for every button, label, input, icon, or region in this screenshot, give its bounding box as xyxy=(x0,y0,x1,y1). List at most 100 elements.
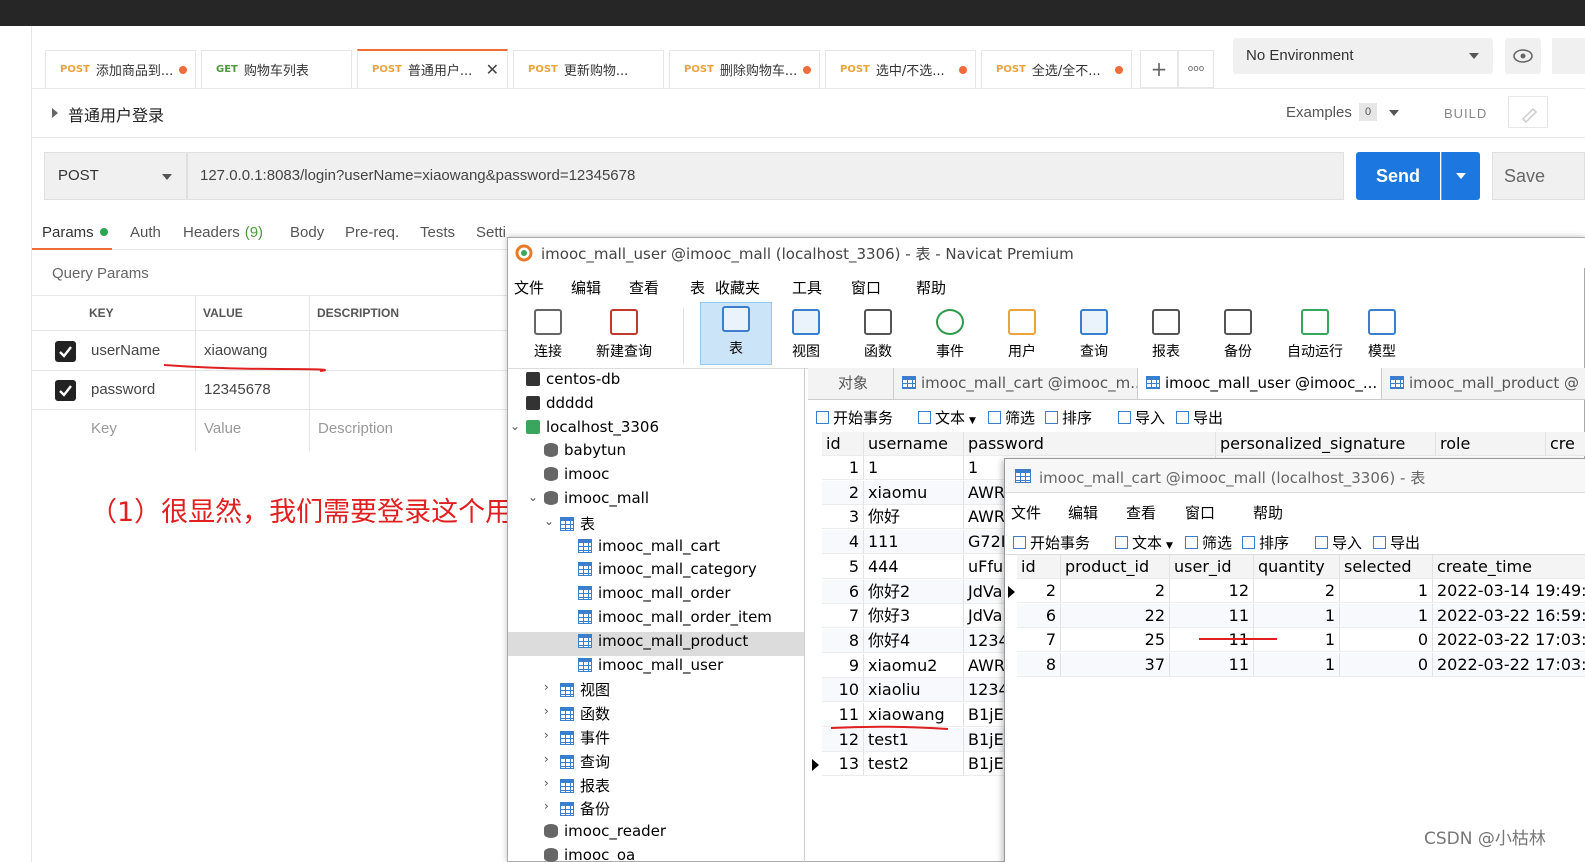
tree-item[interactable]: imooc xyxy=(508,465,804,489)
grid-cell[interactable]: 你好3 xyxy=(864,604,964,629)
tree-expander-icon[interactable]: › xyxy=(544,799,549,813)
grid-cell[interactable]: 25 xyxy=(1061,628,1170,653)
settings-button[interactable] xyxy=(1552,38,1585,74)
grid-cell[interactable]: 8 xyxy=(1017,653,1061,678)
grid-cell[interactable]: 1 xyxy=(822,456,864,480)
tree-expander-icon[interactable]: › xyxy=(544,728,549,742)
toolbar-button-3[interactable]: 表 xyxy=(700,302,772,365)
grid-cell[interactable]: 5 xyxy=(822,554,864,579)
tree-item[interactable]: imooc_mall_product xyxy=(508,631,804,656)
grid-cell[interactable]: 你好4 xyxy=(864,628,964,653)
req-tab[interactable]: Body xyxy=(290,224,324,241)
send-options-button[interactable] xyxy=(1441,152,1480,200)
tree-expander-icon[interactable]: ⌄ xyxy=(528,490,538,504)
tree-item[interactable]: imooc_mall_order_item xyxy=(508,608,804,632)
grid-toolbar-button[interactable]: 导入 xyxy=(1315,532,1362,553)
object-tab[interactable]: imooc_mall_product @ xyxy=(1382,368,1585,399)
grid-toolbar-button[interactable]: 筛选 xyxy=(1185,532,1232,553)
menu-item[interactable]: 窗口 xyxy=(1185,502,1215,523)
close-icon[interactable]: ✕ xyxy=(486,60,499,79)
grid-column-header[interactable]: quantity xyxy=(1254,555,1340,579)
grid-column-header[interactable]: password xyxy=(964,432,1216,456)
grid-cell[interactable]: 8 xyxy=(822,628,864,653)
param-description-placeholder[interactable]: Description xyxy=(318,420,393,437)
tree-item[interactable]: imooc_mall_user xyxy=(508,656,804,680)
param-value[interactable]: xiaowang xyxy=(204,342,267,359)
grid-cell[interactable]: 444 xyxy=(864,554,964,579)
menu-item[interactable]: 文件 xyxy=(1011,502,1041,523)
request-tab[interactable]: POST 删除购物车... xyxy=(669,50,820,88)
req-tab[interactable]: Params xyxy=(42,224,108,241)
grid-column-header[interactable]: selected xyxy=(1340,555,1433,579)
tree-expander-icon[interactable]: ⌄ xyxy=(544,514,554,528)
toolbar-button-1[interactable]: 连接 xyxy=(514,306,582,368)
req-tab[interactable]: Pre-req. xyxy=(345,224,399,241)
grid-toolbar-button[interactable]: 开始事务 xyxy=(1013,532,1090,553)
param-value[interactable]: 12345678 xyxy=(204,381,271,398)
toolbar-button-5[interactable]: 函数 xyxy=(844,306,912,368)
tree-expander-icon[interactable]: › xyxy=(544,680,549,694)
tree-item[interactable]: imooc_mall_order xyxy=(508,584,804,608)
grid-column-header[interactable]: cre xyxy=(1546,432,1585,456)
toolbar-button-10[interactable]: 备份 xyxy=(1204,306,1272,368)
examples-dropdown-icon[interactable] xyxy=(1389,110,1399,116)
grid-cell[interactable]: 7 xyxy=(822,604,864,629)
grid-cell[interactable]: 11 xyxy=(1170,653,1254,678)
request-tab[interactable]: POST 更新购物... xyxy=(513,50,664,88)
grid-toolbar-button[interactable]: 文本 ▼ xyxy=(1115,532,1173,553)
grid-toolbar-button[interactable]: 筛选 xyxy=(988,407,1035,428)
toolbar-button-6[interactable]: 事件 xyxy=(916,306,984,368)
grid-cell[interactable]: 9 xyxy=(822,653,864,678)
grid-cell[interactable]: xiaomu xyxy=(864,480,964,505)
grid-column-header[interactable]: username xyxy=(864,432,964,456)
grid-toolbar-button[interactable]: 排序 xyxy=(1242,532,1289,553)
tree-item[interactable]: ⌄ imooc_mall xyxy=(508,489,804,513)
grid-cell[interactable]: 1 xyxy=(1340,579,1433,603)
toolbar-button-9[interactable]: 报表 xyxy=(1132,306,1200,368)
request-tab[interactable]: POST 添加商品到... xyxy=(45,50,196,88)
url-input[interactable]: 127.0.0.1:8083/login?userName=xiaowang&p… xyxy=(187,152,1344,200)
tree-expander-icon[interactable]: › xyxy=(544,752,549,766)
tree-expander-icon[interactable]: ⌄ xyxy=(510,419,520,433)
grid-cell[interactable]: 2022-03-14 19:49: xyxy=(1433,579,1585,603)
grid-cell[interactable]: 你好 xyxy=(864,505,964,530)
tab-options-button[interactable]: ooo xyxy=(1178,50,1214,88)
grid-cell[interactable]: xiaoliu xyxy=(864,678,964,703)
menu-item[interactable]: 帮助 xyxy=(1253,502,1283,523)
grid-cell[interactable]: xiaomu2 xyxy=(864,653,964,678)
request-tab[interactable]: POST 普通用户... ✕ xyxy=(357,49,508,88)
grid-cell[interactable]: 1 xyxy=(1340,603,1433,628)
toolbar-button-7[interactable]: 用户 xyxy=(988,306,1056,368)
toolbar-button-8[interactable]: 查询 xyxy=(1060,306,1128,368)
grid-cell[interactable]: 你好2 xyxy=(864,579,964,604)
param-enabled-checkbox[interactable] xyxy=(55,341,76,362)
grid-cell[interactable]: 2022-03-22 16:59: xyxy=(1433,603,1585,628)
tree-item[interactable]: › 备份 xyxy=(508,798,804,822)
req-tab[interactable]: Headers (9) xyxy=(183,224,263,241)
param-key[interactable]: userName xyxy=(91,342,160,359)
tree-item[interactable]: ⌄ localhost_3306 xyxy=(508,418,804,442)
grid-cell[interactable]: 1 xyxy=(1254,653,1340,678)
grid-cell[interactable]: 7 xyxy=(1017,628,1061,653)
tree-item[interactable]: imooc_mall_cart xyxy=(508,537,804,561)
param-enabled-checkbox[interactable] xyxy=(55,380,76,401)
tree-expander-icon[interactable]: › xyxy=(544,776,549,790)
grid-toolbar-button[interactable]: 文本 ▼ xyxy=(918,407,976,428)
grid-cell[interactable]: 6 xyxy=(822,579,864,604)
request-tab[interactable]: GET 购物车列表 xyxy=(201,50,352,88)
grid-column-header[interactable]: role xyxy=(1436,432,1546,456)
tree-item[interactable]: › 事件 xyxy=(508,727,804,751)
param-key[interactable]: password xyxy=(91,381,155,398)
grid-cell[interactable]: 1 xyxy=(1254,603,1340,628)
menu-item[interactable]: 查看 xyxy=(1126,502,1156,523)
method-select[interactable]: POST xyxy=(44,152,187,200)
grid-toolbar-button[interactable]: 导出 xyxy=(1176,407,1223,428)
environment-select[interactable]: No Environment xyxy=(1233,38,1493,74)
grid-column-header[interactable]: personalized_signature xyxy=(1216,432,1436,456)
grid-cell[interactable]: 13 xyxy=(822,752,864,777)
grid-cell[interactable]: 10 xyxy=(822,678,864,703)
grid-toolbar-button[interactable]: 开始事务 xyxy=(816,407,893,428)
grid-cell[interactable]: 6 xyxy=(1017,603,1061,628)
environment-quick-look-button[interactable] xyxy=(1505,38,1541,74)
tree-item[interactable]: centos-db xyxy=(508,370,804,394)
